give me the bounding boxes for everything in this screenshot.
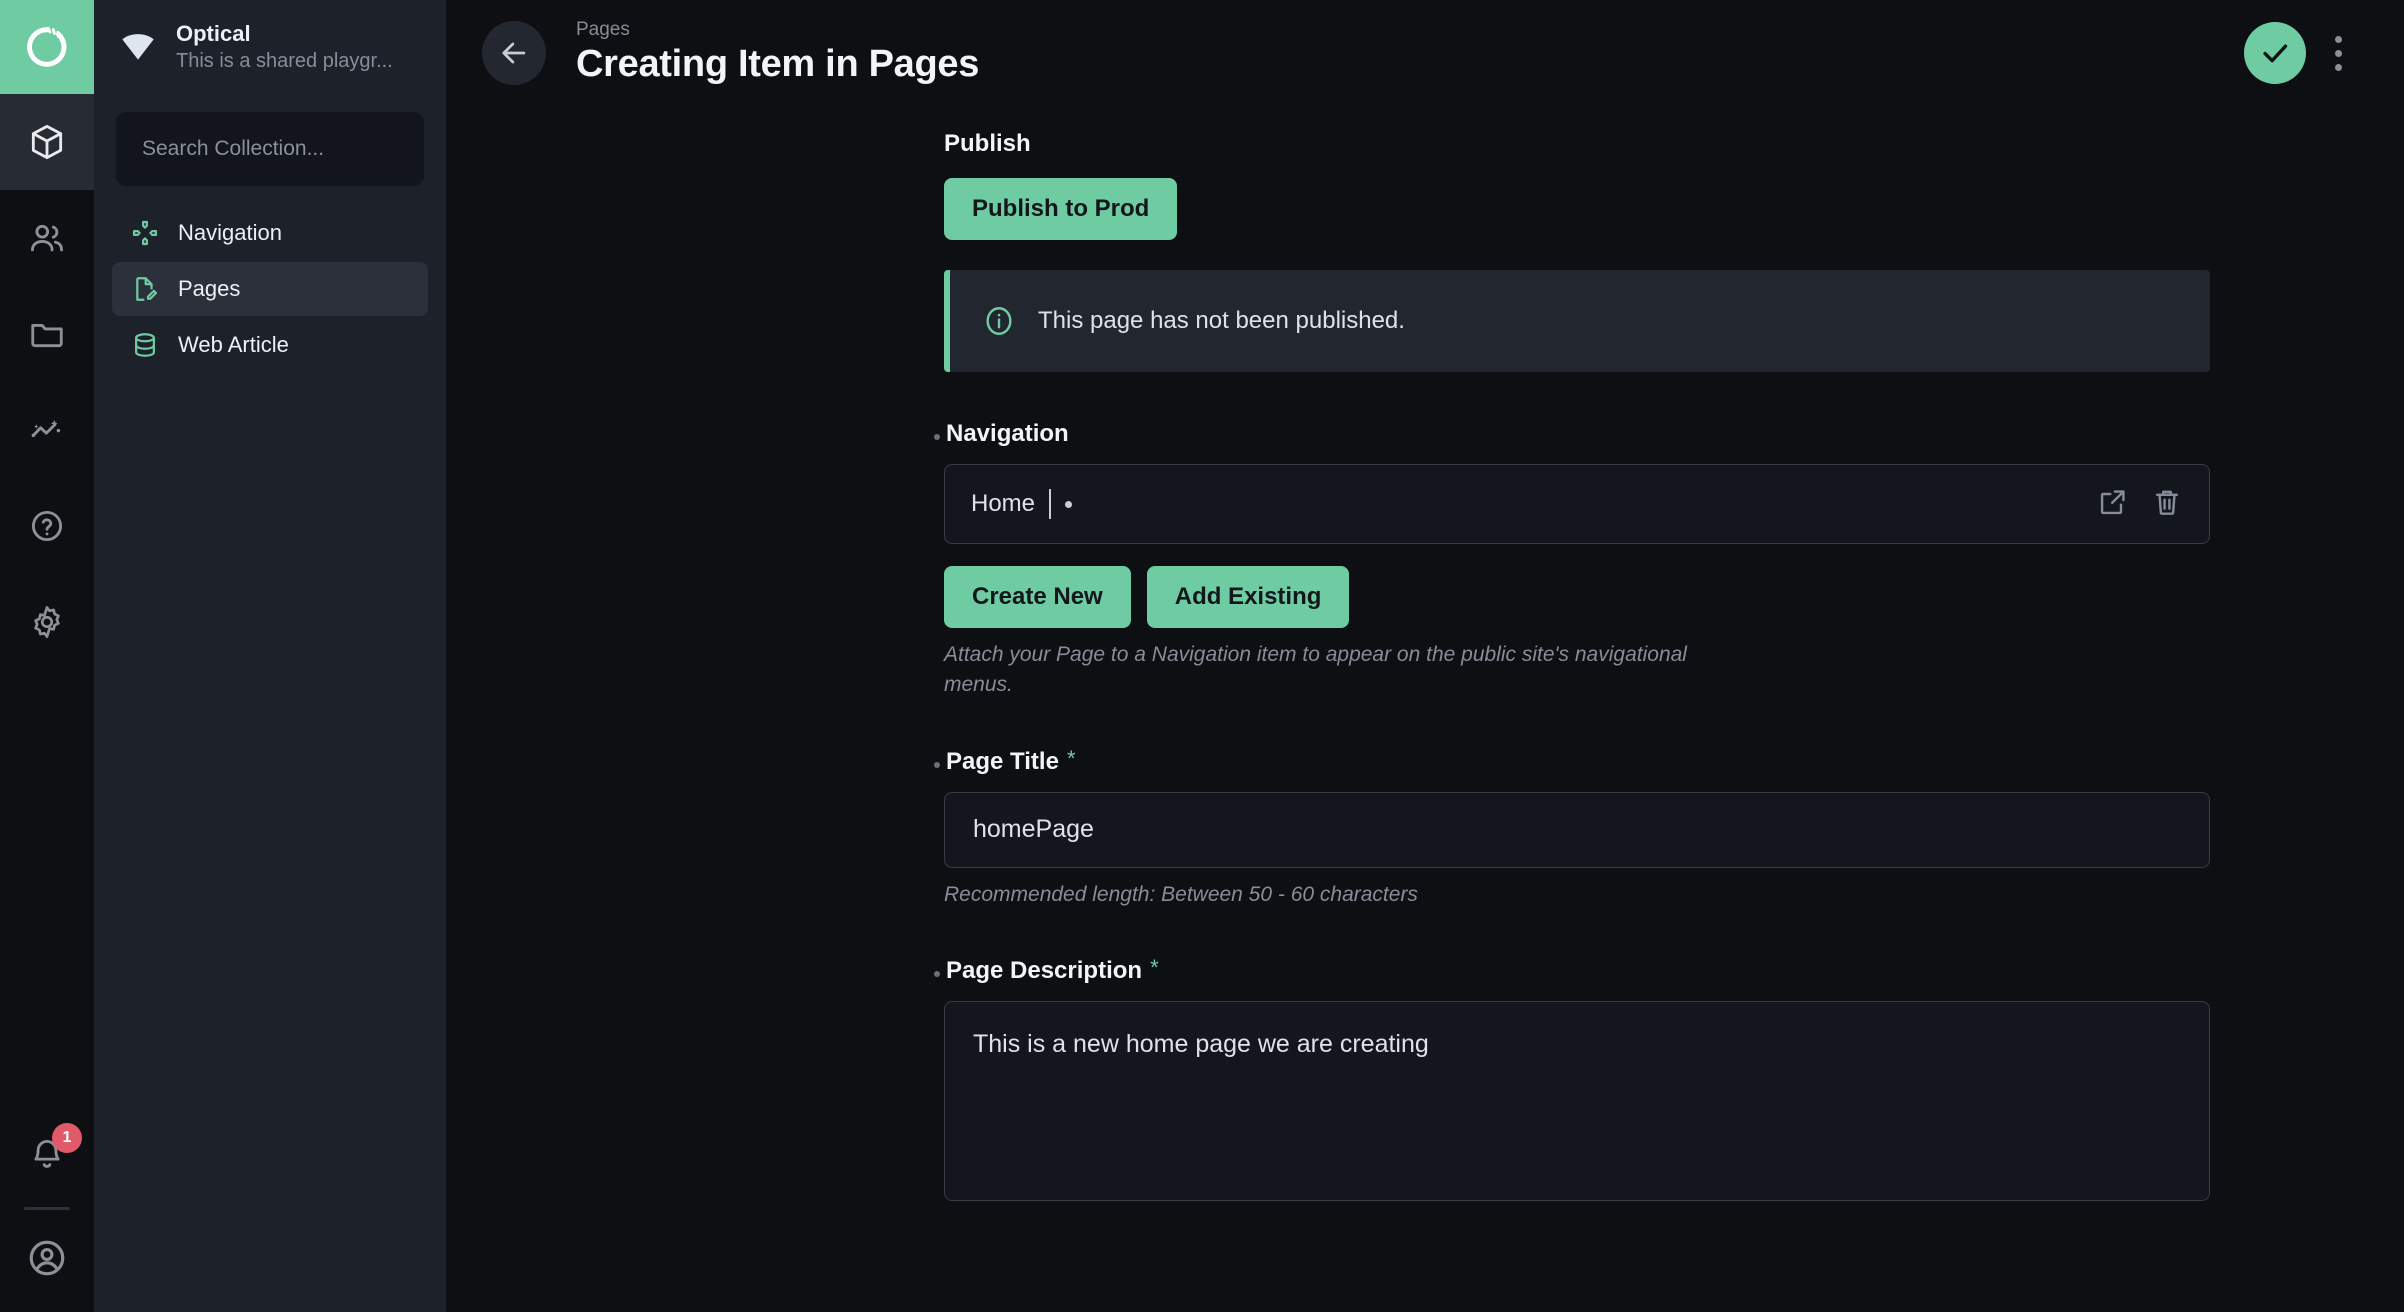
page-title: Creating Item in Pages bbox=[576, 43, 979, 87]
rail-item-insights[interactable] bbox=[0, 382, 94, 478]
analytics-sparkle-icon bbox=[28, 411, 66, 449]
loader-ring-logo-icon bbox=[24, 24, 70, 70]
sidebar-item-pages[interactable]: Pages bbox=[112, 262, 428, 316]
page-description-field: Page Description * bbox=[944, 957, 2404, 1206]
rail-item-help[interactable] bbox=[0, 478, 94, 574]
rail-item-users[interactable] bbox=[0, 190, 94, 286]
external-link-icon[interactable] bbox=[2097, 486, 2129, 523]
folder-icon bbox=[28, 315, 66, 353]
sidebar-item-label: Navigation bbox=[178, 220, 282, 246]
navigation-buttons: Create New Add Existing bbox=[944, 566, 2404, 628]
page-title-label: Page Title bbox=[946, 748, 1059, 776]
user-circle-icon bbox=[26, 1237, 68, 1279]
main-panel: Pages Creating Item in Pages Publish Pub… bbox=[446, 0, 2404, 1312]
users-icon bbox=[28, 219, 66, 257]
add-existing-button[interactable]: Add Existing bbox=[1147, 566, 1350, 628]
more-options-button[interactable] bbox=[2320, 22, 2356, 84]
sidebar-item-label: Web Article bbox=[178, 332, 289, 358]
rail-item-cube[interactable] bbox=[0, 94, 94, 190]
text-cursor bbox=[1049, 489, 1051, 519]
page-title-help-text: Recommended length: Between 50 - 60 char… bbox=[944, 880, 1744, 910]
navigation-item-actions bbox=[2097, 486, 2183, 523]
create-new-button[interactable]: Create New bbox=[944, 566, 1131, 628]
search-input[interactable] bbox=[116, 112, 424, 186]
collection-sidebar: Optical This is a shared playgr... Navig… bbox=[94, 0, 446, 1312]
navigation-field: Navigation Home bbox=[944, 420, 2404, 700]
breadcrumb: Pages Creating Item in Pages bbox=[576, 20, 979, 87]
breadcrumb-parent[interactable]: Pages bbox=[576, 20, 979, 41]
bullet-dot bbox=[1065, 501, 1072, 508]
sidebar-item-navigation[interactable]: Navigation bbox=[112, 206, 428, 260]
notifications-button[interactable]: 1 bbox=[0, 1109, 94, 1201]
form-content: Publish Publish to Prod This page has no… bbox=[446, 106, 2404, 1206]
required-marker: * bbox=[1067, 748, 1076, 770]
diamond-icon bbox=[118, 27, 158, 67]
page-description-label-row: Page Description * bbox=[934, 957, 2404, 985]
publish-status-text: This page has not been published. bbox=[1038, 307, 1405, 335]
account-button[interactable] bbox=[0, 1226, 94, 1290]
rail-bottom-group: 1 bbox=[0, 1109, 94, 1312]
sidebar-item-web-article[interactable]: Web Article bbox=[112, 318, 428, 372]
collection-list: Navigation Pages bbox=[94, 200, 446, 372]
page-title-field: Page Title * Recommended length: Between… bbox=[944, 748, 2404, 910]
rail-item-list bbox=[0, 94, 94, 670]
kebab-menu-icon bbox=[2335, 36, 2342, 43]
publish-to-prod-button[interactable]: Publish to Prod bbox=[944, 178, 1177, 240]
arrow-left-icon bbox=[497, 36, 531, 70]
page-description-label: Page Description bbox=[946, 957, 1142, 985]
navigation-label: Navigation bbox=[946, 420, 1069, 448]
top-bar: Pages Creating Item in Pages bbox=[446, 0, 2404, 106]
page-title-label-row: Page Title * bbox=[934, 748, 2404, 776]
app-root: 1 Optical This is a shared playgr... bbox=[0, 0, 2404, 1312]
publish-heading: Publish bbox=[944, 130, 2404, 158]
search-container bbox=[94, 94, 446, 200]
page-title-input[interactable] bbox=[944, 792, 2210, 868]
top-bar-actions bbox=[2244, 22, 2356, 84]
save-button[interactable] bbox=[2244, 22, 2306, 84]
rail-item-settings[interactable] bbox=[0, 574, 94, 670]
back-button[interactable] bbox=[482, 21, 546, 85]
navigation-node-icon bbox=[130, 218, 160, 248]
rail-item-files[interactable] bbox=[0, 286, 94, 382]
database-icon bbox=[130, 330, 160, 360]
page-description-textarea[interactable] bbox=[944, 1001, 2210, 1201]
workspace-header[interactable]: Optical This is a shared playgr... bbox=[94, 0, 446, 94]
workspace-title: Optical bbox=[176, 20, 393, 48]
required-marker: * bbox=[1150, 957, 1159, 979]
navigation-related-item[interactable]: Home bbox=[944, 464, 2210, 544]
app-logo[interactable] bbox=[0, 0, 94, 94]
question-circle-icon bbox=[28, 507, 66, 545]
publish-section: Publish Publish to Prod This page has no… bbox=[944, 130, 2404, 372]
cube-icon bbox=[27, 122, 67, 162]
info-circle-icon bbox=[982, 304, 1016, 338]
navigation-help-text: Attach your Page to a Navigation item to… bbox=[944, 640, 1744, 700]
navigation-item-label: Home bbox=[971, 490, 1035, 518]
field-marker-dot bbox=[934, 971, 940, 977]
page-edit-icon bbox=[130, 274, 160, 304]
icon-rail: 1 bbox=[0, 0, 94, 1312]
gear-icon bbox=[28, 603, 66, 641]
navigation-label-row: Navigation bbox=[934, 420, 2404, 448]
notification-badge: 1 bbox=[52, 1123, 82, 1153]
check-icon bbox=[2258, 36, 2292, 70]
publish-status-notice: This page has not been published. bbox=[944, 270, 2210, 372]
workspace-subtitle: This is a shared playgr... bbox=[176, 48, 393, 74]
sidebar-item-label: Pages bbox=[178, 276, 240, 302]
workspace-text: Optical This is a shared playgr... bbox=[176, 20, 393, 74]
field-marker-dot bbox=[934, 762, 940, 768]
rail-divider bbox=[24, 1207, 70, 1210]
field-marker-dot bbox=[934, 434, 940, 440]
trash-icon[interactable] bbox=[2151, 486, 2183, 523]
